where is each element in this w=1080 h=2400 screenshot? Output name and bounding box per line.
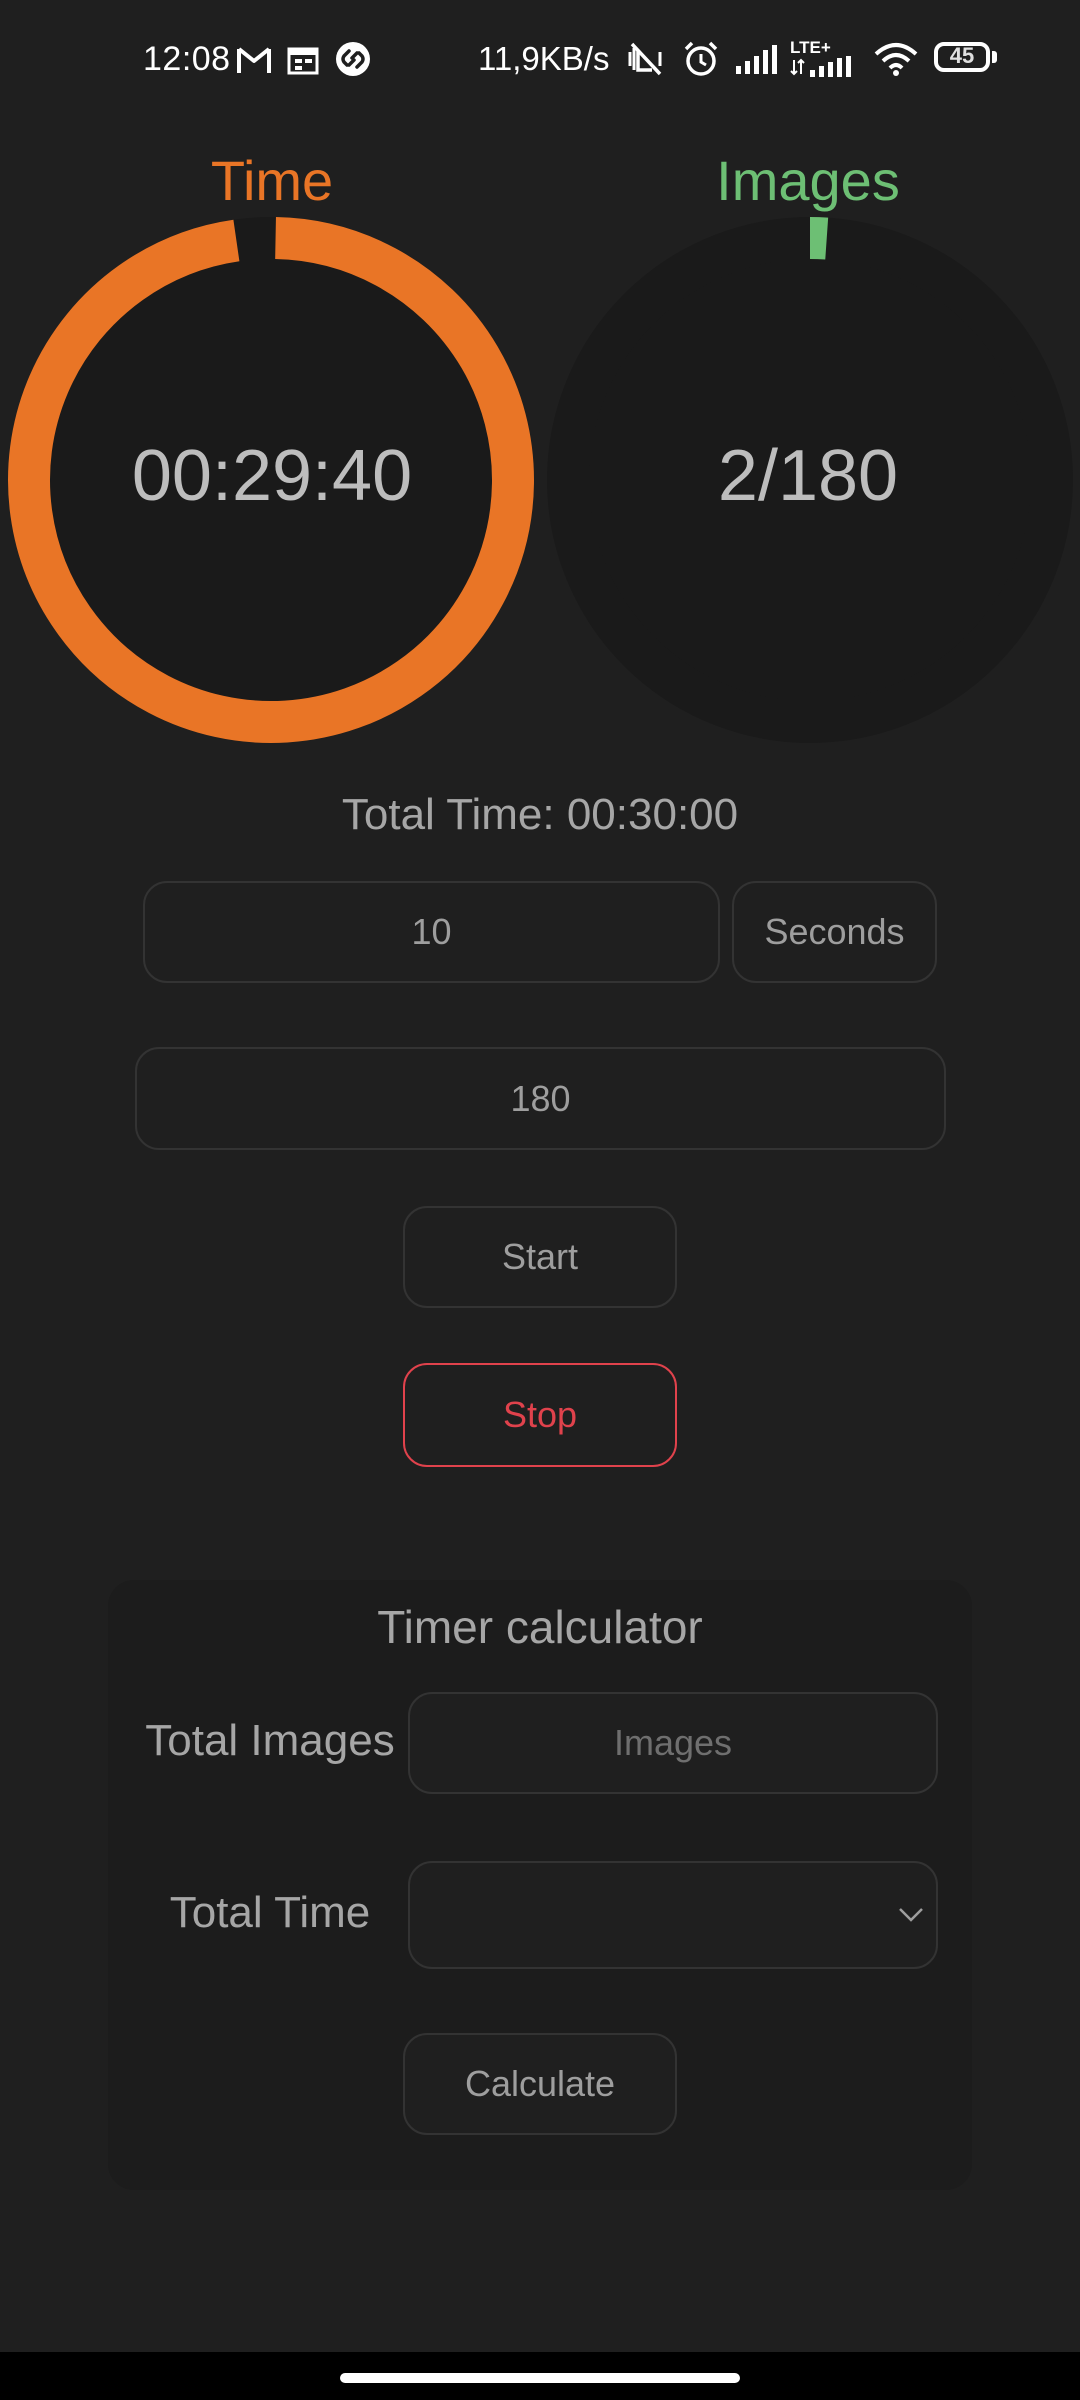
images-progress: 2/180: [717, 436, 899, 516]
home-indicator[interactable]: [340, 2373, 740, 2383]
images-gauge-arc: [809, 217, 829, 260]
gmail-icon: [237, 47, 271, 73]
time-remaining: 00:29:40: [131, 436, 413, 516]
interval-value: 10: [411, 911, 452, 952]
status-time: 12:08: [143, 40, 231, 78]
status-bar: 12:08 11,9KB/s LTE+ 45: [0, 0, 1080, 120]
stop-button[interactable]: Stop: [403, 1363, 677, 1467]
images-count-input[interactable]: 180: [135, 1047, 946, 1150]
calculator-title: Timer calculator: [377, 1601, 703, 1653]
calculate-button[interactable]: Calculate: [403, 2033, 677, 2135]
total-time-text: Total Time: 00:30:00: [341, 790, 739, 839]
total-images-input[interactable]: Images: [408, 1692, 938, 1794]
unit-select[interactable]: Seconds: [732, 881, 937, 983]
total-images-label: Total Images: [145, 1716, 395, 1765]
shazam-icon: [336, 42, 370, 76]
wifi-icon: [874, 43, 918, 76]
unit-value: Seconds: [764, 911, 905, 952]
total-time-label: Total Time: [169, 1888, 371, 1937]
lte-label: LTE+: [790, 38, 831, 57]
lte-signal-icon: [790, 56, 851, 77]
network-speed: 11,9KB/s: [478, 40, 610, 77]
total-time-select[interactable]: [408, 1861, 938, 1969]
calendar-icon: [287, 47, 319, 75]
images-count-value: 180: [510, 1077, 571, 1119]
vibrate-mute-icon: [628, 42, 662, 76]
signal-icon: [736, 45, 777, 74]
battery-icon: 45: [934, 42, 990, 72]
total-images-placeholder: Images: [613, 1722, 733, 1763]
interval-input[interactable]: 10: [143, 881, 720, 983]
alarm-icon: [684, 41, 718, 76]
battery-tip: [992, 51, 997, 63]
start-button[interactable]: Start: [403, 1206, 677, 1308]
chevron-down-icon: [899, 1908, 923, 1922]
